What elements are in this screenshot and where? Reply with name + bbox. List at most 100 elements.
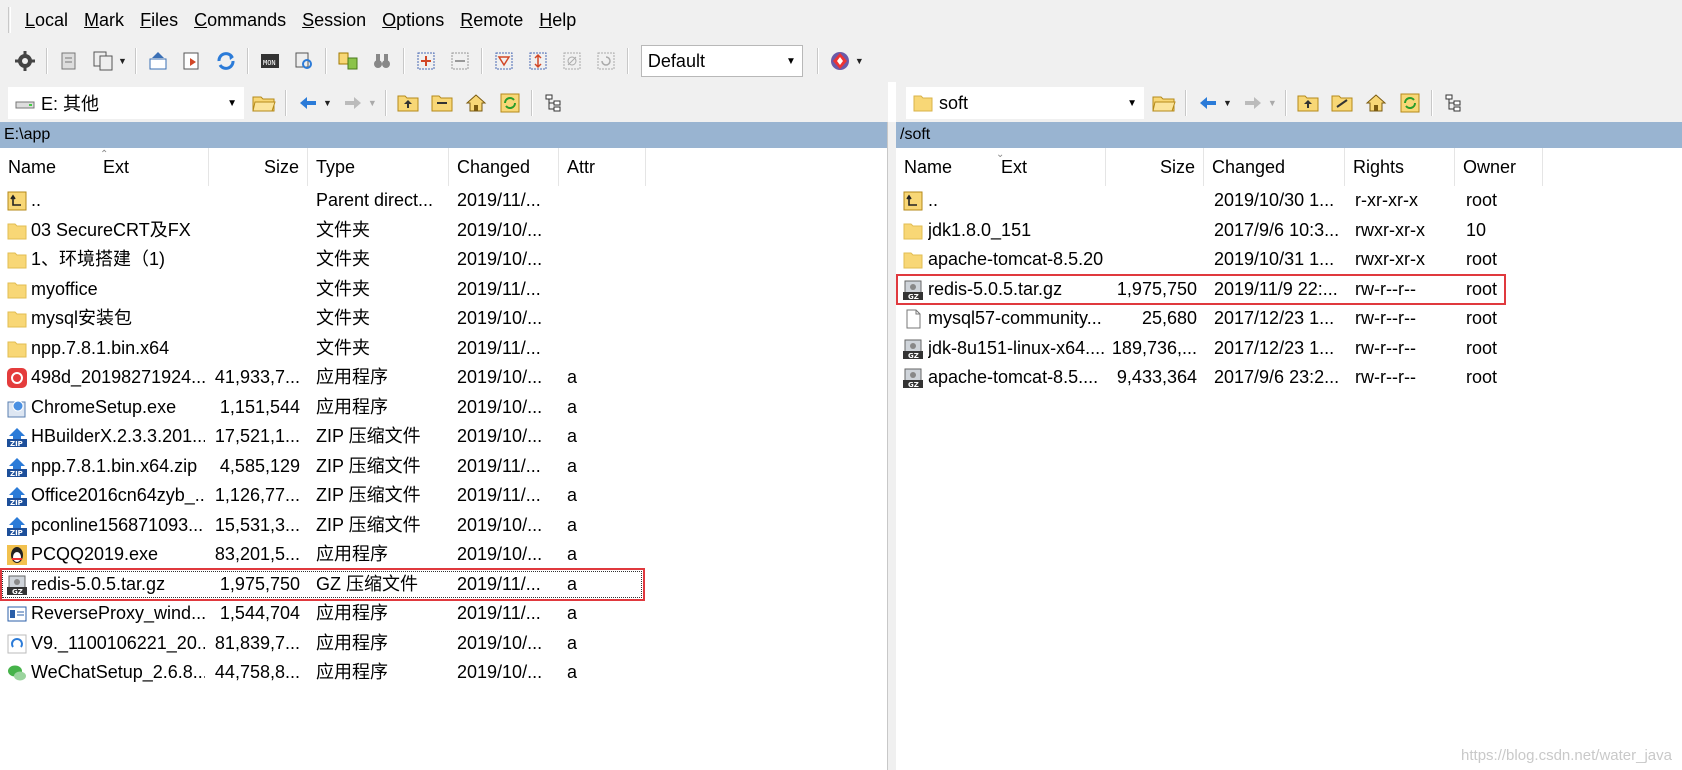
file-row[interactable]: ReverseProxy_wind... 1,544,704 应用程序 2019/11… (0, 599, 887, 629)
parent-folder-icon[interactable] (1294, 89, 1322, 117)
file-row[interactable]: myoffice 文件夹 2019/11/... (0, 275, 887, 305)
app-logo-icon[interactable] (826, 47, 854, 75)
file-row[interactable]: WeChatSetup_2.6.8.... 44,758,8... 应用程序 2019… (0, 658, 887, 688)
file-row[interactable]: jdk1.8.0_151 2017/9/6 10:3... rwxr-xr-x 10 (896, 216, 1682, 246)
file-row[interactable]: ChromeSetup.exe 1,151,544 应用程序 2019/10/... a (0, 393, 887, 423)
select-minus-icon[interactable] (446, 47, 474, 75)
menu-commands[interactable]: Commands (186, 0, 294, 40)
file-row[interactable]: GZ redis-5.0.5.tar.gz 1,975,750 GZ 压缩文件 2019… (0, 570, 887, 600)
back-arrow-icon[interactable] (1194, 89, 1222, 117)
menu-local[interactable]: Local (17, 0, 76, 40)
home-icon[interactable] (1362, 89, 1390, 117)
column-header-rights[interactable]: Rights (1345, 148, 1455, 186)
duplicate-icon[interactable] (89, 47, 117, 75)
restore-selection-icon[interactable] (592, 47, 620, 75)
menu-options[interactable]: Options (374, 0, 452, 40)
cell-rights: rwxr-xr-x (1355, 219, 1425, 240)
menu-remote[interactable]: Remote (452, 0, 531, 40)
terminal-icon[interactable]: MON (256, 47, 284, 75)
chevron-down-icon[interactable]: ▼ (1268, 98, 1277, 108)
refresh-icon[interactable] (496, 89, 524, 117)
remote-file-list[interactable]: Name Ext Size Changed Rights Owner ⌄ .. 2019/10… (896, 148, 1682, 770)
file-row[interactable]: 03 SecureCRT及FX 文件夹 2019/10/... (0, 216, 887, 246)
find-icon[interactable] (290, 47, 318, 75)
column-header-changed[interactable]: Changed (1204, 148, 1345, 186)
file-row[interactable]: mysql安装包 文件夹 2019/10/... (0, 304, 887, 334)
tree-view-icon[interactable] (540, 89, 568, 117)
refresh-icon[interactable] (212, 47, 240, 75)
chevron-down-icon[interactable]: ▼ (118, 56, 127, 66)
download-icon[interactable] (178, 47, 206, 75)
column-header-owner[interactable]: Owner (1455, 148, 1543, 186)
refresh-icon[interactable] (1396, 89, 1424, 117)
copy-file-icon[interactable] (55, 47, 83, 75)
file-row[interactable]: .. 2019/10/30 1... r-xr-xr-x root (896, 186, 1682, 216)
binoculars-icon[interactable] (368, 47, 396, 75)
column-header-size[interactable]: Size (1106, 148, 1204, 186)
file-row[interactable]: npp.7.8.1.bin.x64 文件夹 2019/11/... (0, 334, 887, 364)
file-row[interactable]: PCQQ2019.exe 83,201,5... 应用程序 2019/10/... a (0, 540, 887, 570)
column-header-ext[interactable]: Ext (95, 148, 209, 186)
file-row[interactable]: ZIP HBuilderX.2.3.3.201... 17,521,1... ZIP … (0, 422, 887, 452)
menu-files[interactable]: Files (132, 0, 186, 40)
chevron-down-icon[interactable]: ▼ (855, 56, 864, 66)
cell-name: .. (31, 190, 42, 210)
file-row[interactable]: apache-tomcat-8.5.20 2019/10/31 1... rwxr-… (896, 245, 1682, 275)
file-row[interactable]: ZIP npp.7.8.1.bin.x64.zip 4,585,129 ZIP 压缩文… (0, 452, 887, 482)
file-row[interactable]: GZ redis-5.0.5.tar.gz 1,975,750 2019/11/9 2… (896, 275, 1682, 305)
file-row[interactable]: mysql57-community... 25,680 2017/12/23 1..… (896, 304, 1682, 334)
pane-splitter[interactable] (887, 122, 896, 770)
cell-type: 文件夹 (316, 249, 370, 269)
back-arrow-icon[interactable] (294, 89, 322, 117)
column-header-ext[interactable]: Ext (993, 148, 1106, 186)
local-file-list[interactable]: Name Ext Size Type Changed Attr ⌃ .. Parent dir… (0, 148, 887, 770)
upload-icon[interactable] (144, 47, 172, 75)
file-row[interactable]: .. Parent direct... 2019/11/... (0, 186, 887, 216)
chevron-down-icon[interactable]: ▼ (323, 98, 332, 108)
open-folder-icon[interactable] (250, 89, 278, 117)
forward-arrow-icon[interactable] (339, 89, 367, 117)
drive-select[interactable]: E: 其他 ▼ (8, 87, 244, 119)
chevron-down-icon[interactable]: ▼ (368, 98, 377, 108)
file-row[interactable]: V9._1100106221_20... 81,839,7... 应用程序 2019/… (0, 629, 887, 659)
column-header-attr[interactable]: Attr (559, 148, 646, 186)
column-header-changed[interactable]: Changed (449, 148, 559, 186)
svg-text:ZIP: ZIP (10, 499, 23, 507)
file-row[interactable]: 498d_20198271924... 41,933,7... 应用程序 2019/1… (0, 363, 887, 393)
gz-icon: GZ (6, 574, 28, 596)
column-header-name[interactable]: Name (0, 148, 100, 186)
session-config-select[interactable]: Default ▼ (640, 45, 803, 77)
remote-path-header: /soft (896, 122, 1682, 148)
cell-size (209, 275, 300, 305)
parent-folder-icon[interactable] (394, 89, 422, 117)
file-row[interactable]: GZ jdk-8u151-linux-x64.... 189,736,... 2017… (896, 334, 1682, 364)
tree-view-icon[interactable] (1440, 89, 1468, 117)
home-icon[interactable] (462, 89, 490, 117)
file-row[interactable]: 1、环境搭建（1) 文件夹 2019/10/... (0, 245, 887, 275)
sync-icon[interactable] (334, 47, 362, 75)
menu-help[interactable]: Help (531, 0, 584, 40)
clear-selection-icon[interactable] (558, 47, 586, 75)
file-row[interactable]: GZ apache-tomcat-8.5.... 9,433,364 2017/9/6… (896, 363, 1682, 393)
column-header-name[interactable]: Name (896, 148, 996, 186)
file-row[interactable]: ZIP pconline156871093... 15,531,3... ZIP 压缩… (0, 511, 887, 541)
cell-name: ReverseProxy_wind... (31, 603, 205, 623)
select-plus-icon[interactable] (412, 47, 440, 75)
file-row[interactable]: ZIP Office2016cn64zyb_... 1,126,77... ZIP 压… (0, 481, 887, 511)
root-folder-icon[interactable] (428, 89, 456, 117)
forward-arrow-icon[interactable] (1239, 89, 1267, 117)
menu-session[interactable]: Session (294, 0, 374, 40)
root-folder-icon[interactable] (1328, 89, 1356, 117)
open-folder-icon[interactable] (1150, 89, 1178, 117)
invert-selection-icon[interactable] (524, 47, 552, 75)
menu-mark[interactable]: Mark (76, 0, 132, 40)
filter-icon[interactable] (490, 47, 518, 75)
gear-icon[interactable] (11, 47, 39, 75)
remote-path-select[interactable]: soft ▼ (906, 87, 1144, 119)
chevron-down-icon[interactable]: ▼ (227, 98, 237, 109)
chevron-down-icon[interactable]: ▼ (786, 56, 796, 67)
chevron-down-icon[interactable]: ▼ (1127, 98, 1137, 109)
chevron-down-icon[interactable]: ▼ (1223, 98, 1232, 108)
column-header-type[interactable]: Type (308, 148, 449, 186)
column-header-size[interactable]: Size (209, 148, 308, 186)
